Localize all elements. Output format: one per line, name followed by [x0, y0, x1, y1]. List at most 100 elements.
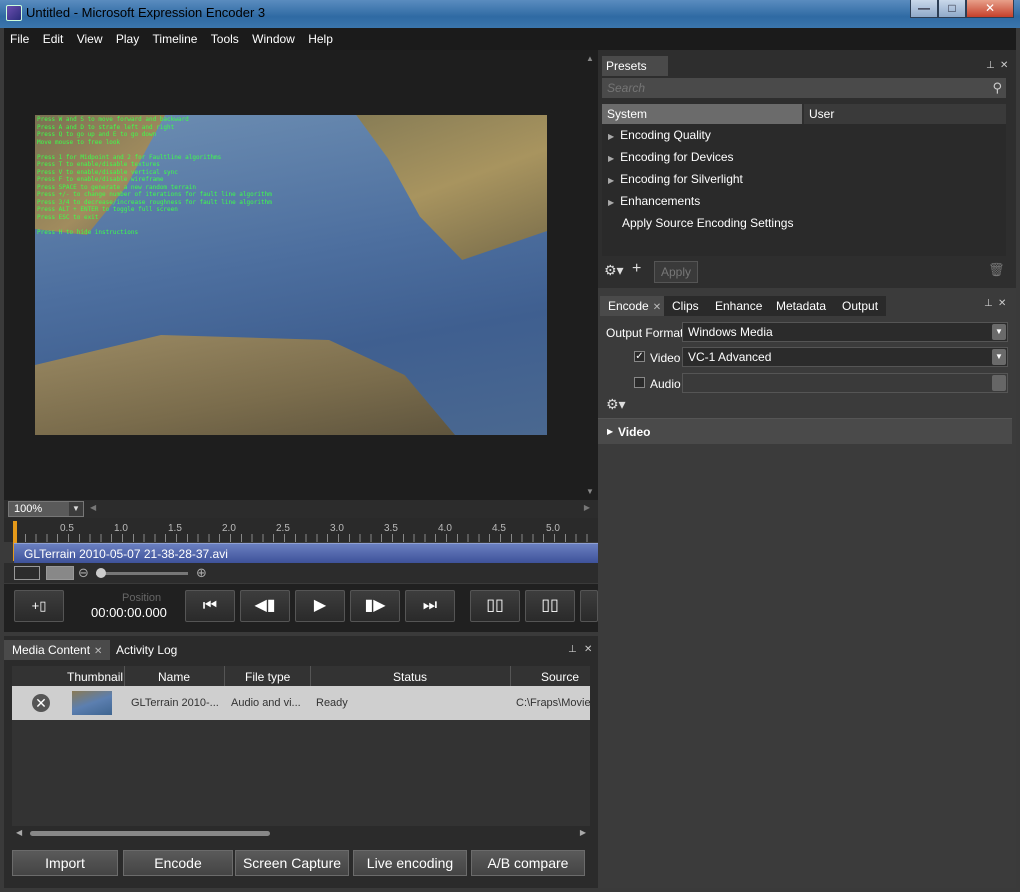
- trim-clip-button[interactable]: ▯▯: [525, 590, 575, 622]
- table-row[interactable]: ✕ GLTerrain 2010-... Audio and vi... Rea…: [12, 686, 590, 720]
- zoom-in-icon[interactable]: ⊕: [196, 565, 207, 581]
- add-icon[interactable]: +: [632, 260, 641, 278]
- search-input[interactable]: [602, 78, 982, 98]
- minimize-button[interactable]: —: [910, 0, 938, 18]
- scroll-up-icon[interactable]: ▲: [586, 54, 594, 63]
- cell-file-type: Audio and vi...: [231, 697, 301, 709]
- tab-user[interactable]: User: [804, 104, 1006, 124]
- close-icon[interactable]: ✕: [998, 298, 1006, 309]
- scroll-right-icon[interactable]: ▶: [580, 828, 586, 837]
- preset-category[interactable]: ▶ Encoding for Silverlight: [608, 172, 743, 186]
- column-header[interactable]: Name: [158, 670, 190, 684]
- apply-button[interactable]: Apply: [654, 261, 698, 283]
- timeline-ruler[interactable]: 0.5 1.0 1.5 2.0 2.5 3.0 3.5 4.0 4.5 5.0: [4, 518, 598, 561]
- column-header[interactable]: File type: [245, 670, 290, 684]
- search-icon[interactable]: ⚲: [992, 80, 1002, 96]
- timeline-zoom-slider[interactable]: [96, 572, 188, 575]
- split-clip-button[interactable]: ▯▯: [470, 590, 520, 622]
- menu-help[interactable]: Help: [303, 28, 338, 50]
- go-to-start-button[interactable]: ⏮: [185, 590, 235, 622]
- column-header[interactable]: Thumbnail: [67, 670, 123, 684]
- scroll-right-icon[interactable]: ▶: [584, 503, 590, 512]
- video-preview[interactable]: Press W and S to move forward and backwa…: [35, 115, 547, 435]
- video-viewer: Press W and S to move forward and backwa…: [4, 50, 598, 500]
- video-label: Video: [650, 351, 681, 365]
- overlay-line: Press ESC to exit: [37, 213, 99, 221]
- scroll-left-icon[interactable]: ◀: [16, 828, 22, 837]
- tab-enhance[interactable]: Enhance: [707, 296, 771, 316]
- overlay-line: Press H to hide instructions: [37, 228, 139, 236]
- import-button[interactable]: Import: [12, 850, 118, 876]
- close-icon[interactable]: ✕: [653, 302, 661, 313]
- add-marker-button[interactable]: +▯: [14, 590, 64, 622]
- menu-timeline[interactable]: Timeline: [148, 28, 203, 50]
- menu-window[interactable]: Window: [247, 28, 300, 50]
- close-button[interactable]: ✕: [966, 0, 1014, 18]
- menu-file[interactable]: File: [4, 28, 34, 50]
- close-icon[interactable]: ✕: [1000, 60, 1008, 71]
- close-icon[interactable]: ✕: [94, 646, 102, 657]
- audio-codec-select: [682, 373, 1008, 393]
- column-header[interactable]: Status: [393, 670, 427, 684]
- pin-icon[interactable]: ⊥: [986, 60, 995, 71]
- waveform-icon[interactable]: [46, 566, 74, 580]
- media-horizontal-scrollbar[interactable]: ◀ ▶: [12, 826, 590, 840]
- tab-media-content[interactable]: Media Content ✕: [4, 640, 111, 660]
- video-checkbox[interactable]: ✓: [634, 351, 645, 362]
- video-codec-select[interactable]: VC-1 Advanced ▼: [682, 347, 1008, 367]
- window-title: Untitled - Microsoft Expression Encoder …: [26, 5, 266, 20]
- tab-metadata[interactable]: Metadata: [768, 296, 835, 316]
- gear-icon[interactable]: ⚙▾: [604, 262, 624, 279]
- scroll-left-icon[interactable]: ◀: [90, 503, 96, 512]
- scroll-down-icon[interactable]: ▼: [586, 487, 594, 496]
- maximize-button[interactable]: □: [938, 0, 966, 18]
- expand-arrow-icon: ▶: [607, 427, 614, 436]
- film-strip-icon[interactable]: [14, 566, 40, 580]
- zoom-out-icon[interactable]: ⊖: [78, 565, 89, 581]
- chevron-down-icon[interactable]: ▼: [992, 324, 1006, 340]
- timeline-clip[interactable]: GLTerrain 2010-05-07 21-38-28-37.avi: [14, 543, 598, 563]
- preset-category[interactable]: ▶ Enhancements: [608, 194, 700, 208]
- play-button[interactable]: ▶: [295, 590, 345, 622]
- previous-frame-button[interactable]: ◀▮: [240, 590, 290, 622]
- preset-category[interactable]: ▶ Encoding Quality: [608, 128, 711, 142]
- overlay-line: Press T to enable/disable textures: [37, 161, 160, 168]
- menu-tools[interactable]: Tools: [206, 28, 244, 50]
- output-format-label: Output Format: [606, 326, 684, 340]
- tab-output[interactable]: Output: [834, 296, 887, 316]
- go-to-end-button[interactable]: ⏭: [405, 590, 455, 622]
- screen-capture-button[interactable]: Screen Capture: [235, 850, 349, 876]
- menu-play[interactable]: Play: [111, 28, 144, 50]
- tab-clips[interactable]: Clips: [664, 296, 707, 316]
- preset-item[interactable]: Apply Source Encoding Settings: [622, 216, 793, 230]
- next-frame-button[interactable]: ▮▶: [350, 590, 400, 622]
- preset-category-label: Encoding for Silverlight: [620, 172, 743, 186]
- live-encoding-button[interactable]: Live encoding: [353, 850, 467, 876]
- tab-activity-log[interactable]: Activity Log: [108, 640, 185, 660]
- trash-icon[interactable]: 🗑: [988, 262, 1005, 278]
- viewer-vertical-scrollbar[interactable]: ▲ ▼: [584, 50, 596, 500]
- tab-encode[interactable]: Encode ✕: [600, 296, 670, 316]
- menu-edit[interactable]: Edit: [38, 28, 69, 50]
- output-format-select[interactable]: Windows Media ▼: [682, 322, 1008, 342]
- menu-view[interactable]: View: [72, 28, 108, 50]
- close-icon[interactable]: ✕: [584, 644, 592, 655]
- pin-icon[interactable]: ⊥: [984, 298, 993, 309]
- tab-system[interactable]: System: [602, 104, 802, 124]
- video-settings-section[interactable]: ▶ Video: [598, 418, 1012, 444]
- preset-category[interactable]: ▶ Encoding for Devices: [608, 150, 734, 164]
- audio-checkbox[interactable]: [634, 377, 645, 388]
- presets-title[interactable]: Presets: [602, 56, 668, 76]
- gear-icon[interactable]: ⚙▾: [606, 396, 626, 413]
- ab-compare-button[interactable]: A/B compare: [471, 850, 585, 876]
- chevron-down-icon[interactable]: ▼: [69, 502, 83, 516]
- remove-icon[interactable]: ✕: [32, 694, 50, 712]
- scroll-thumb[interactable]: [30, 831, 270, 836]
- slider-thumb[interactable]: [96, 568, 106, 578]
- more-button[interactable]: [580, 590, 598, 622]
- pin-icon[interactable]: ⊥: [568, 644, 577, 655]
- zoom-select[interactable]: 100% ▼: [8, 501, 84, 517]
- chevron-down-icon[interactable]: ▼: [992, 349, 1006, 365]
- column-header[interactable]: Source: [541, 670, 579, 684]
- encode-button[interactable]: Encode: [123, 850, 233, 876]
